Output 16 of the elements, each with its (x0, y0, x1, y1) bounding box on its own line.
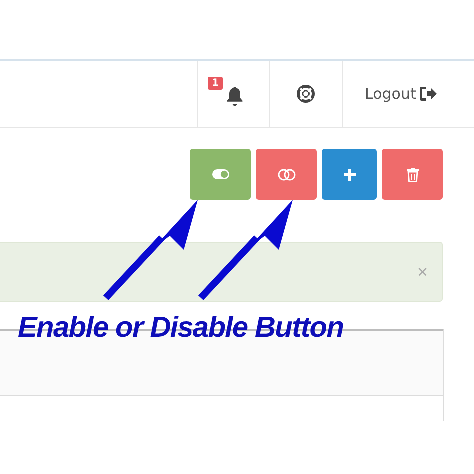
plus-icon (344, 168, 356, 180)
toggle-on-icon (212, 169, 230, 180)
disable-button[interactable] (256, 149, 317, 200)
delete-button[interactable] (382, 149, 443, 200)
add-button[interactable] (322, 149, 377, 200)
logout-button[interactable]: Logout (342, 61, 474, 127)
toggle-off-icon (278, 168, 296, 180)
notification-count: 1 (208, 77, 223, 90)
lifebuoy-icon (296, 84, 316, 104)
exit-arrow-icon (419, 85, 438, 103)
close-button[interactable]: × (417, 262, 428, 282)
trash-icon (406, 168, 418, 182)
notifications-button[interactable]: 1 (197, 61, 269, 127)
enable-button[interactable] (190, 149, 251, 200)
bell-icon (226, 85, 244, 107)
annotation-caption: Enable or Disable Button (18, 312, 344, 345)
